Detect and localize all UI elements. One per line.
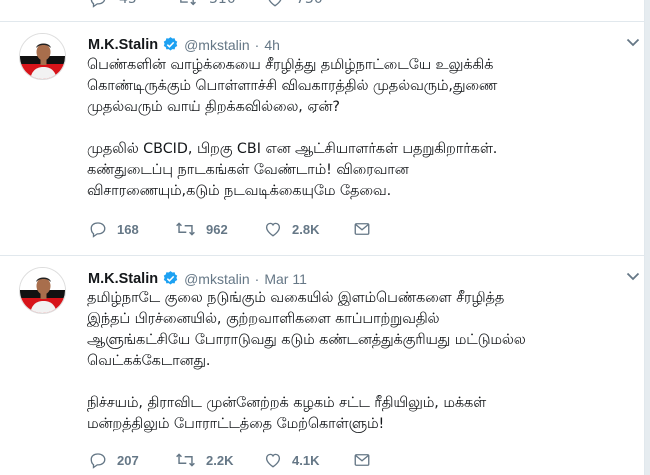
dm-icon: [354, 223, 370, 235]
tweet-header: M.K.Stalin @mkstalin · Mar 11: [88, 270, 307, 287]
reply-icon: [90, 453, 106, 469]
like-button[interactable]: 730: [266, 0, 323, 8]
tweet-line: நிச்சயம், திராவிட முன்னேற்றக் கழகம் சட்ட…: [87, 395, 487, 411]
tweet-menu-button[interactable]: [625, 34, 641, 54]
reply-icon: [90, 222, 106, 238]
tweet-line: கொண்டிருக்கும் பொள்ளாச்சி விவகாரத்தில் ம…: [87, 78, 498, 94]
tweet-line: முதலில் CBCID, பிறகு CBI என ஆட்சியாளர்கள…: [87, 141, 498, 157]
chevron-down-icon: [626, 38, 640, 47]
tweet-menu-button[interactable]: [625, 268, 641, 288]
avatar-image: [20, 34, 65, 79]
timestamp[interactable]: 4h: [264, 37, 280, 53]
avatar[interactable]: [19, 267, 66, 314]
tweet-text: தமிழ்நாடே குலை நடுங்கும் வகையில் இளம்பெண…: [87, 288, 632, 435]
avatar-image: [20, 268, 65, 313]
tweet[interactable]: M.K.Stalin @mkstalin · Mar 11 தமிழ்நாடே …: [0, 256, 644, 475]
retweet-count: 310: [209, 0, 236, 7]
verified-badge-icon: [162, 270, 179, 287]
tweet-text: பெண்களின் வாழ்க்கையை சீரழித்து தமிழ்நாட்…: [87, 55, 632, 202]
reply-count: 168: [117, 221, 139, 237]
like-button[interactable]: 2.8K: [264, 220, 319, 238]
reply-button[interactable]: 207: [89, 451, 139, 469]
reply-count: 207: [117, 452, 139, 468]
like-count: 730: [296, 0, 323, 7]
retweet-icon: [180, 0, 196, 6]
display-name[interactable]: M.K.Stalin: [88, 37, 158, 53]
like-icon: [268, 0, 282, 7]
tweet-line: மன்றத்திலும் போராட்டத்தை மேற்கொள்ளும்!: [87, 416, 385, 432]
like-icon: [265, 222, 281, 237]
verified-badge-icon: [162, 36, 179, 53]
separator-dot: ·: [254, 270, 260, 287]
dm-icon: [354, 454, 370, 466]
chevron-down-icon: [626, 272, 640, 281]
reply-icon: [90, 0, 106, 8]
like-icon: [265, 453, 281, 468]
like-count: 2.8K: [292, 221, 320, 237]
retweet-icon: [176, 453, 195, 467]
tweet-line: கண்துடைப்பு நாடகங்கள் வேண்டாம்! விரைவான: [87, 162, 409, 178]
tweet-line: இந்தப் பிரச்னையில், குற்றவாளிகளை காப்பாற…: [87, 311, 440, 327]
display-name[interactable]: M.K.Stalin: [88, 271, 158, 287]
reply-button[interactable]: 168: [89, 220, 139, 238]
previous-tweet-actions: 45 310 730: [0, 0, 644, 22]
retweet-button[interactable]: 962: [175, 220, 228, 238]
reply-button[interactable]: 45: [89, 0, 137, 8]
timeline: 45 310 730 M.K.Stalin: [0, 0, 645, 475]
like-button[interactable]: 4.1K: [264, 451, 319, 469]
avatar[interactable]: [19, 33, 66, 80]
tweet-header: M.K.Stalin @mkstalin · 4h: [88, 36, 280, 53]
retweet-button[interactable]: 2.2K: [175, 451, 233, 469]
retweet-count: 962: [206, 221, 228, 237]
retweet-icon: [176, 222, 195, 236]
tweet-line: தமிழ்நாடே குலை நடுங்கும் வகையில் இளம்பெண…: [87, 290, 505, 306]
tweet-line: விசாரணையும்,கடும் நடவடிக்கையுமே தேவை.: [87, 183, 392, 199]
tweet-line: பெண்களின் வாழ்க்கையை சீரழித்து தமிழ்நாட்…: [87, 57, 494, 73]
tweet-line: முதல்வரும் வாய் திறக்கவில்லை, ஏன்?: [87, 99, 340, 115]
user-handle[interactable]: @mkstalin: [184, 37, 250, 53]
tweet[interactable]: M.K.Stalin @mkstalin · 4h பெண்களின் வாழ்…: [0, 22, 644, 256]
direct-message-button[interactable]: [353, 220, 371, 238]
direct-message-button[interactable]: [353, 451, 371, 469]
retweet-count: 2.2K: [206, 452, 234, 468]
tweet-line: ஆளுங்கட்சியே போராடுவது கடும் கண்டனத்துக்…: [87, 332, 526, 348]
separator-dot: ·: [254, 36, 260, 53]
retweet-button[interactable]: 310: [177, 0, 236, 8]
reply-count: 45: [119, 0, 137, 7]
user-handle[interactable]: @mkstalin: [184, 271, 250, 287]
timestamp[interactable]: Mar 11: [264, 271, 307, 287]
tweet-line: வெட்கக்கேடானது.: [87, 353, 211, 369]
like-count: 4.1K: [292, 452, 320, 468]
